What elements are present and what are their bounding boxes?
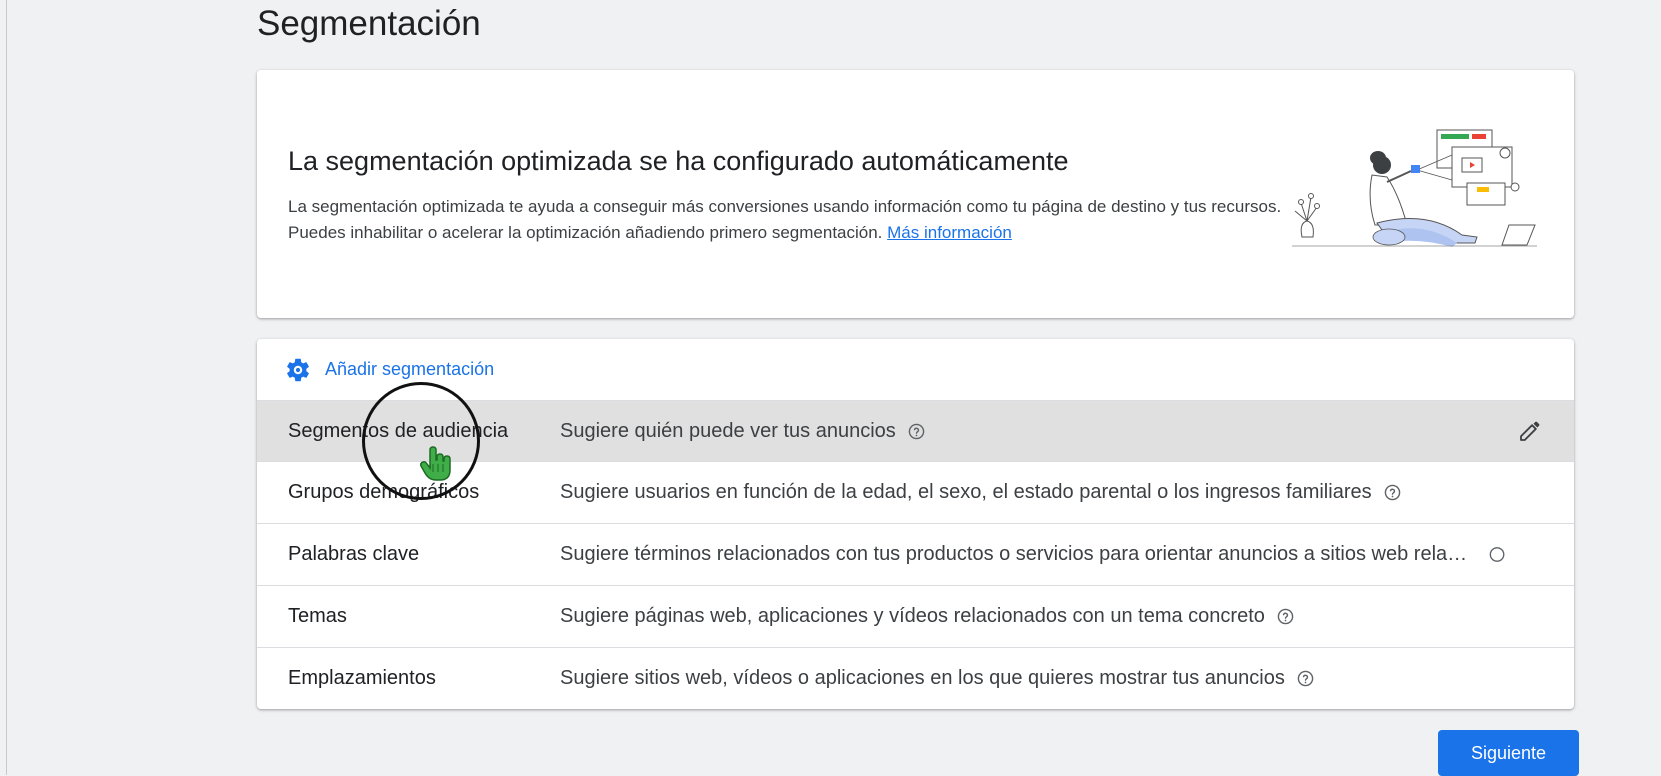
info-card-description: La segmentación optimizada te ayuda a co… — [288, 194, 1288, 246]
targeting-row-topics[interactable]: Temas Sugiere páginas web, aplicaciones … — [257, 585, 1574, 646]
next-button[interactable]: Siguiente — [1438, 730, 1579, 776]
person-with-screens-illustration — [1292, 129, 1537, 247]
help-icon[interactable] — [1384, 484, 1401, 501]
row-name: Segmentos de audiencia — [288, 420, 509, 442]
targeting-row-audience-segments[interactable]: Segmentos de audiencia Sugiere quién pue… — [257, 400, 1574, 461]
row-description: Sugiere páginas web, aplicaciones y víde… — [560, 605, 1294, 628]
row-name: Emplazamientos — [288, 667, 436, 689]
targeting-row-placements[interactable]: Emplazamientos Sugiere sitios web, vídeo… — [257, 647, 1574, 708]
page-left-border — [6, 0, 7, 775]
row-description: Sugiere términos relacionados con tus pr… — [560, 543, 1505, 566]
row-description-text: Sugiere quién puede ver tus anuncios — [560, 420, 896, 442]
row-description-text: Sugiere términos relacionados con tus pr… — [560, 543, 1477, 565]
learn-more-link[interactable]: Más información — [887, 223, 1012, 242]
gear-icon — [287, 358, 309, 382]
help-icon[interactable] — [1277, 608, 1294, 625]
row-description-text: Sugiere páginas web, aplicaciones y víde… — [560, 605, 1265, 627]
row-description: Sugiere quién puede ver tus anuncios — [560, 420, 925, 443]
row-name: Palabras clave — [288, 543, 420, 565]
page-title: Segmentación — [257, 4, 481, 43]
info-card-description-text: La segmentación optimizada te ayuda a co… — [288, 197, 1282, 242]
row-description-text: Sugiere usuarios en función de la edad, … — [560, 481, 1372, 503]
targeting-options-card: Añadir segmentación Segmentos de audienc… — [257, 339, 1574, 709]
row-description-text: Sugiere sitios web, vídeos o aplicacione… — [560, 667, 1285, 689]
optimized-targeting-card: La segmentación optimizada se ha configu… — [257, 70, 1574, 318]
help-icon[interactable] — [1489, 546, 1505, 563]
add-targeting-button[interactable]: Añadir segmentación — [257, 339, 1574, 400]
row-name: Temas — [288, 605, 347, 627]
row-description: Sugiere usuarios en función de la edad, … — [560, 481, 1401, 504]
info-card-title: La segmentación optimizada se ha configu… — [288, 146, 1069, 176]
help-icon[interactable] — [1297, 670, 1314, 687]
targeting-row-demographics[interactable]: Grupos demográficos Sugiere usuarios en … — [257, 461, 1574, 522]
add-targeting-label: Añadir segmentación — [325, 359, 495, 379]
row-name: Grupos demográficos — [288, 481, 480, 503]
row-description: Sugiere sitios web, vídeos o aplicacione… — [560, 667, 1314, 690]
help-icon[interactable] — [908, 423, 925, 440]
pencil-edit-icon[interactable] — [1518, 419, 1542, 443]
targeting-row-keywords[interactable]: Palabras clave Sugiere términos relacion… — [257, 523, 1574, 584]
